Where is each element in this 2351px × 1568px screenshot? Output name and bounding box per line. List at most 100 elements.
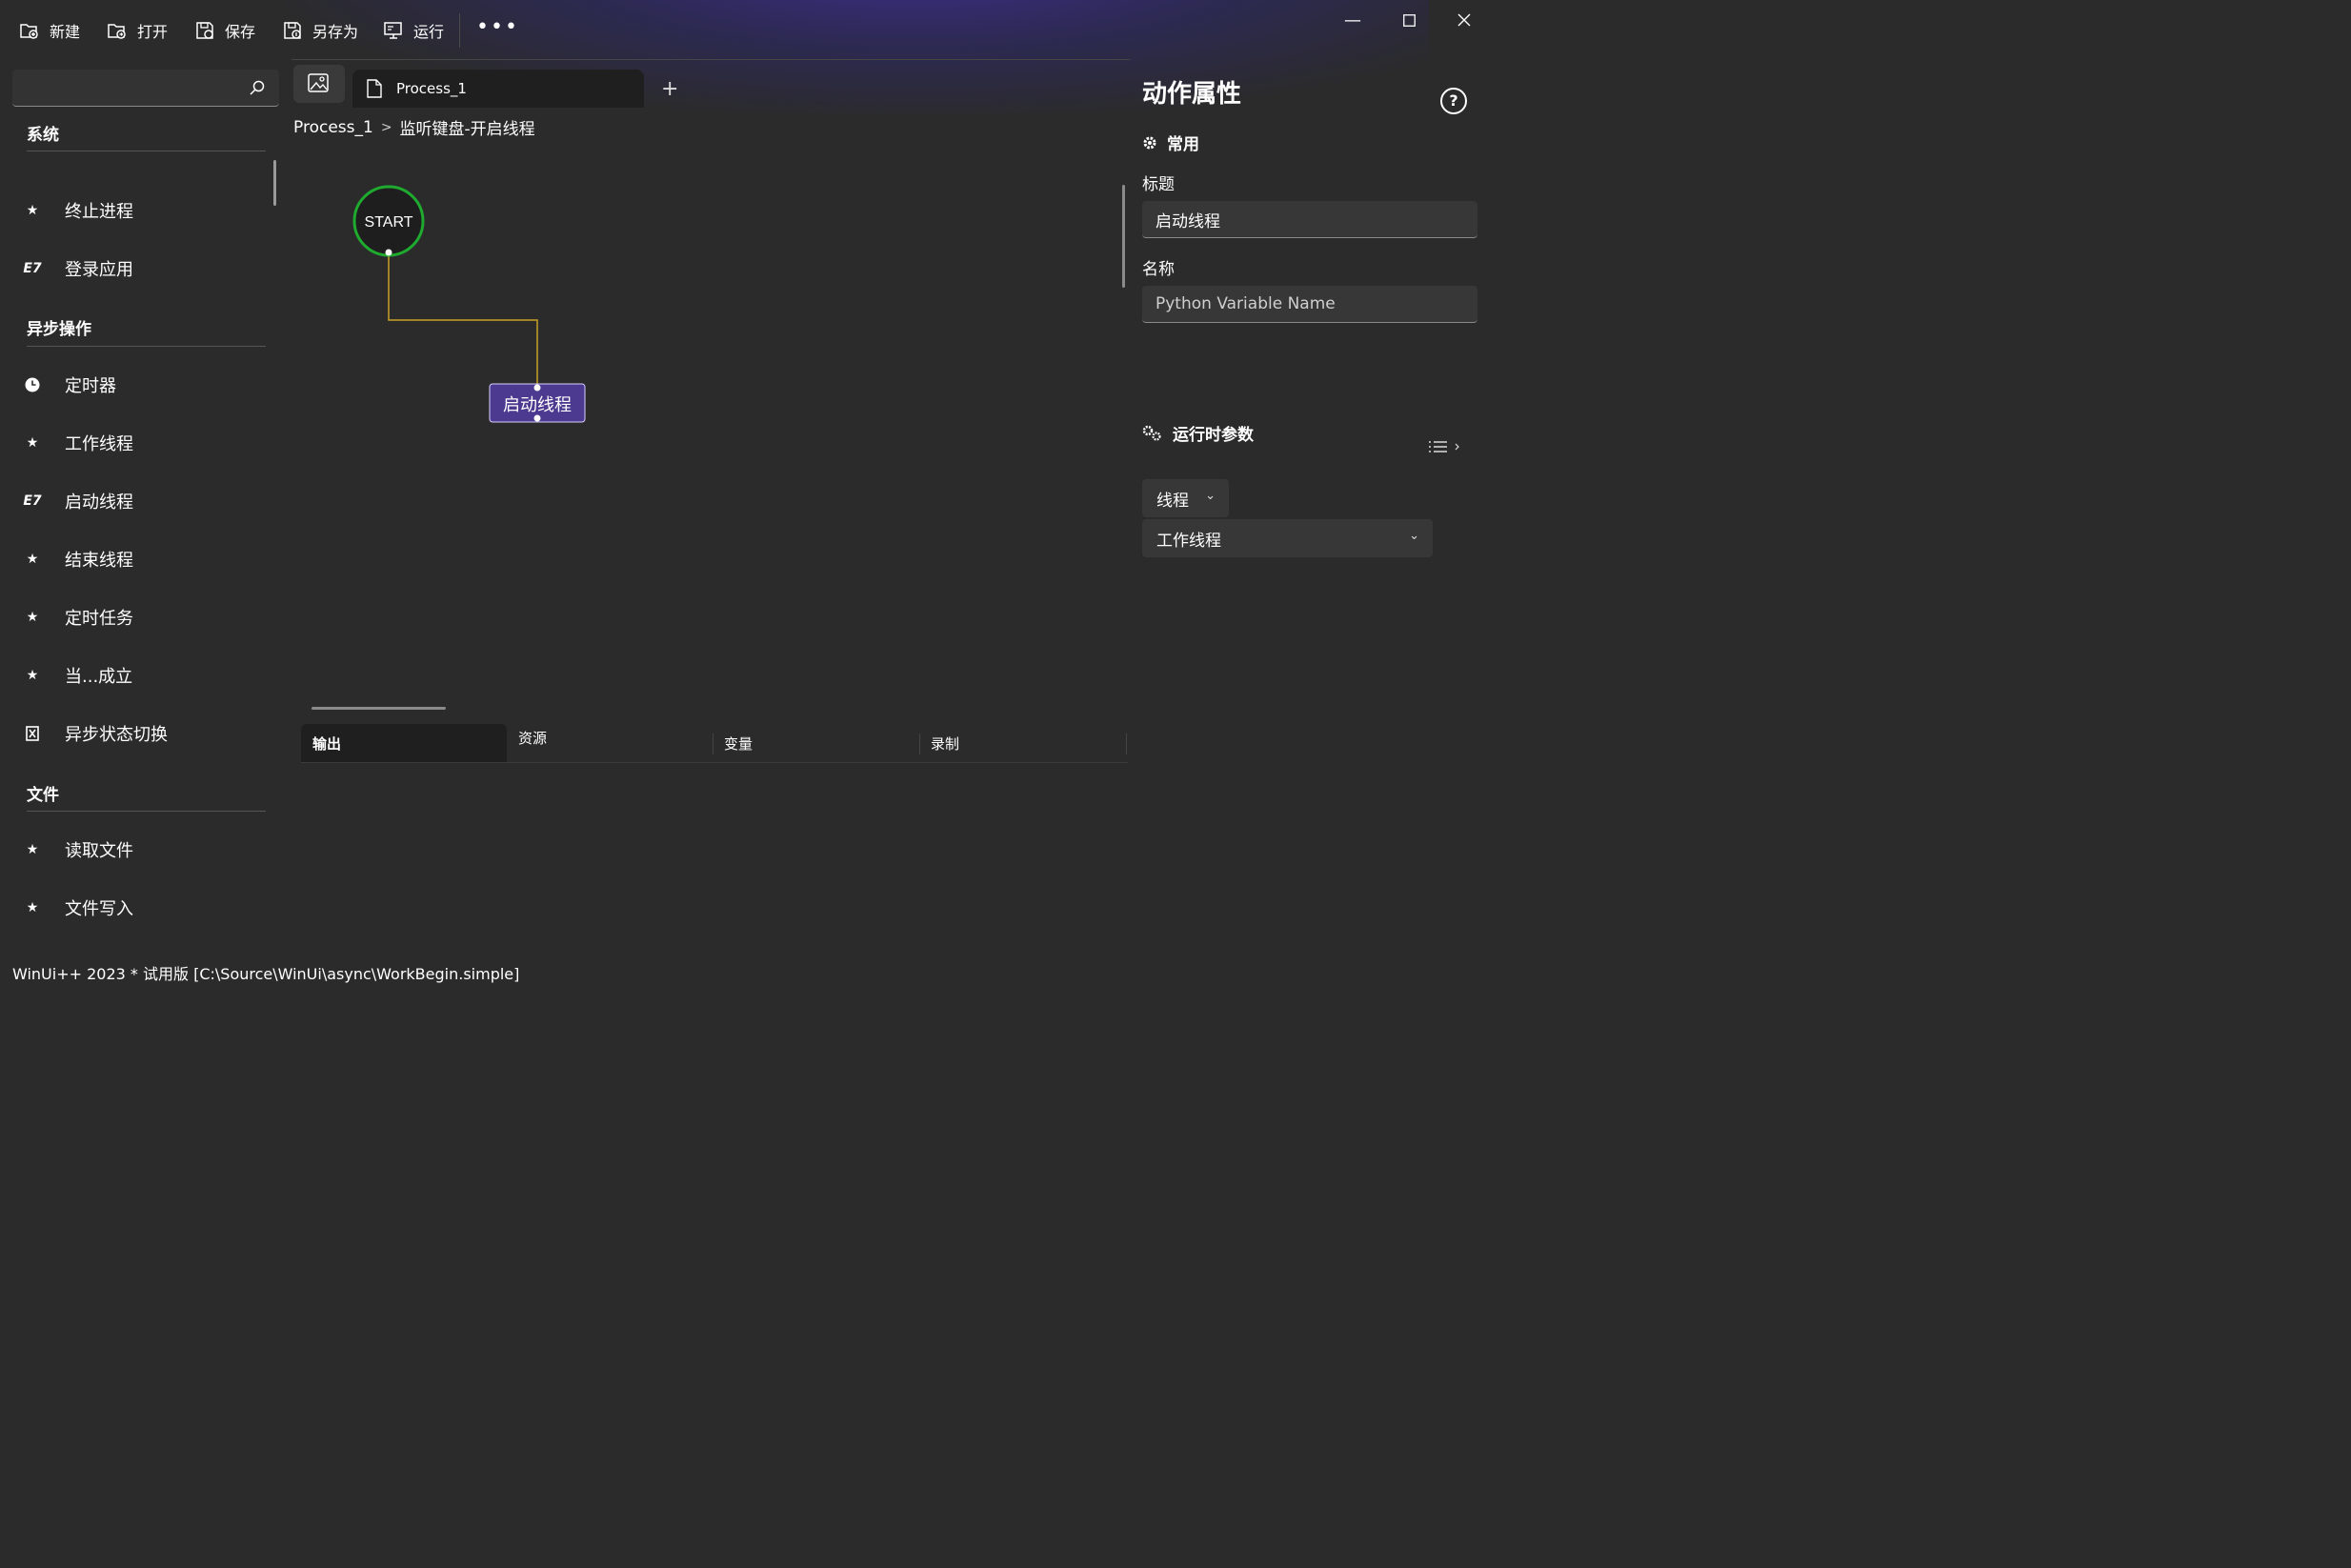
category-system: 系统 [27,126,59,145]
star-icon: ★ [26,900,39,915]
sidebar-item-write-file[interactable]: ★ 文件写入 [23,894,261,922]
minimize-icon: — [1344,10,1361,30]
star-icon: ★ [26,203,39,218]
sidebar-item-label: 登录应用 [65,260,133,280]
common-section-header: 常用 [1142,131,1199,154]
more-button[interactable]: ••• [476,15,519,39]
help-icon: ? [1449,91,1458,110]
maximize-button[interactable] [1390,8,1428,32]
save-as-button[interactable]: 另存为 [282,17,358,44]
save-label: 保存 [225,23,256,41]
minimize-button[interactable]: — [1334,8,1372,32]
save-button[interactable]: 保存 [194,17,255,44]
tab-output[interactable]: 输出 [301,724,507,762]
monitor-icon [384,22,402,39]
gear-icon [1143,136,1156,149]
chevron-down-icon: ⌄ [1205,489,1216,503]
save-as-label: 另存为 [312,23,359,41]
title-field[interactable]: 启动线程 [1142,201,1477,238]
tab-divider [919,734,920,754]
sidebar-item-when-true[interactable]: ★ 当...成立 [23,661,261,690]
node-output-port[interactable] [533,414,541,422]
name-field-label: 名称 [1142,260,1175,279]
new-label: 新建 [50,23,81,41]
canvas-vertical-scrollbar[interactable] [1122,185,1125,288]
toolbar-underline [291,59,1130,60]
thread-dropdown[interactable]: 线程 ⌄ [1142,479,1229,517]
open-button[interactable]: 打开 [107,17,168,44]
document-icon [367,79,382,98]
breadcrumb-separator: > [380,119,392,135]
e7-icon: E7 [23,493,42,509]
open-label: 打开 [137,23,169,41]
bottom-tabs: 输出 资源 变量 录制 [301,724,1128,763]
sidebar-item-async-state-switch[interactable]: 异步状态切换 [23,719,261,748]
start-output-port[interactable] [385,249,392,256]
star-icon: ★ [26,668,39,683]
clock-icon [23,375,42,394]
category-divider [27,346,266,347]
close-button[interactable] [1445,8,1483,32]
sidebar-item-terminate-process[interactable]: ★ 终止进程 [23,196,261,225]
tab-variables[interactable]: 变量 [724,724,753,762]
sidebar-item-label: 结束线程 [65,551,133,571]
star-icon: ★ [26,610,39,625]
image-view-tab[interactable] [293,65,345,103]
star-icon: ★ [26,842,39,857]
save-as-icon [284,22,301,39]
worker-thread-select-value: 工作线程 [1156,531,1221,551]
sidebar-item-label: 定时器 [65,376,116,396]
sidebar-item-scheduled-task[interactable]: ★ 定时任务 [23,603,261,632]
name-field[interactable]: Python Variable Name [1142,286,1477,323]
list-view-button[interactable] [1427,440,1459,457]
list-icon [1429,441,1459,452]
search-input[interactable] [12,70,279,107]
image-icon [308,73,329,92]
sidebar-item-worker-thread[interactable]: ★ 工作线程 [23,429,261,457]
breadcrumb: Process_1 > 监听键盘-开启线程 [293,115,535,140]
tab-recording[interactable]: 录制 [931,724,959,762]
runtime-section-label: 运行时参数 [1173,426,1254,445]
sidebar-item-login-app[interactable]: E7 登录应用 [23,254,261,283]
tab-resources[interactable]: 资源 [518,718,547,756]
sidebar-item-label: 异步状态切换 [65,725,168,745]
flow-canvas[interactable]: START 启动线程 [291,143,1122,705]
help-button[interactable]: ? [1440,88,1467,114]
flow-diagram: START 启动线程 [352,185,586,423]
status-bar: WinUi++ 2023 * 试用版 [C:\Source\WinUi\asyn… [12,965,520,983]
sidebar-scrollbar[interactable] [273,160,276,206]
sidebar-item-label: 终止进程 [65,202,133,222]
new-button[interactable]: 新建 [19,17,80,44]
close-icon [1457,13,1471,27]
worker-thread-select[interactable]: 工作线程 ⌄ [1142,519,1433,557]
save-icon [196,22,213,39]
sidebar-item-label: 启动线程 [65,493,133,513]
sidebar-item-start-thread[interactable]: E7 启动线程 [23,487,261,515]
runtime-section-header: 运行时参数 [1142,421,1254,445]
category-async: 异步操作 [27,320,91,339]
gears-icon [1142,425,1161,441]
run-button[interactable]: 运行 [383,17,444,44]
tab-divider [1126,734,1127,754]
e7-icon: E7 [23,261,42,276]
sidebar-item-end-thread[interactable]: ★ 结束线程 [23,545,261,573]
breadcrumb-current: 监听键盘-开启线程 [399,120,535,139]
add-tab-button[interactable]: + [661,77,678,101]
chevron-down-icon: ⌄ [1409,529,1419,543]
category-divider [27,811,266,812]
star-icon: ★ [26,552,39,567]
toolbar-divider [459,13,460,48]
breadcrumb-root[interactable]: Process_1 [293,118,373,137]
title-field-label: 标题 [1142,175,1175,194]
category-file: 文件 [27,786,59,805]
start-node-label: START [365,214,413,231]
start-thread-node-label: 启动线程 [503,395,572,415]
sidebar-item-timer[interactable]: 定时器 [23,371,261,399]
thread-dropdown-value: 线程 [1156,491,1189,511]
canvas-horizontal-scrollbar[interactable] [311,707,446,710]
run-label: 运行 [413,23,445,41]
node-input-port[interactable] [533,384,541,392]
sidebar-item-label: 读取文件 [65,841,133,861]
tab-process-1[interactable]: Process_1 [352,70,644,108]
sidebar-item-read-file[interactable]: ★ 读取文件 [23,835,261,864]
